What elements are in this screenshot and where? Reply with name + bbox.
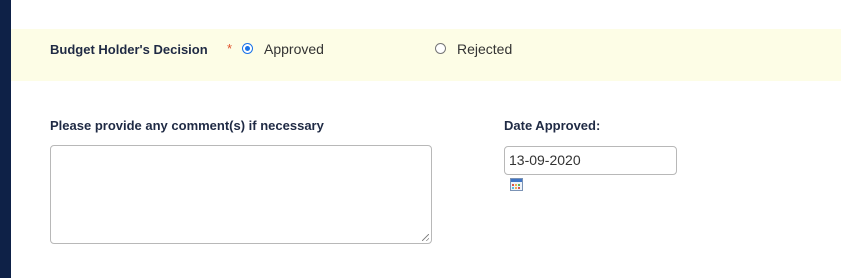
calendar-icon[interactable] (510, 178, 523, 191)
required-marker: * (227, 41, 233, 56)
date-approved-input[interactable]: 13-09-2020 (504, 146, 677, 175)
comments-textarea[interactable] (50, 145, 432, 244)
rejected-radio[interactable] (435, 43, 446, 54)
budget-decision-form: Budget Holder's Decision * Approved Reje… (0, 0, 841, 278)
approved-radio[interactable] (242, 43, 253, 54)
rejected-radio-label[interactable]: Rejected (457, 41, 512, 57)
comments-label: Please provide any comment(s) if necessa… (50, 118, 324, 133)
date-approved-label: Date Approved: (504, 118, 601, 133)
decision-label: Budget Holder's Decision (50, 42, 208, 57)
resize-grip-icon[interactable] (422, 234, 429, 241)
left-sidebar-strip (0, 0, 11, 278)
approved-radio-label[interactable]: Approved (264, 41, 324, 57)
